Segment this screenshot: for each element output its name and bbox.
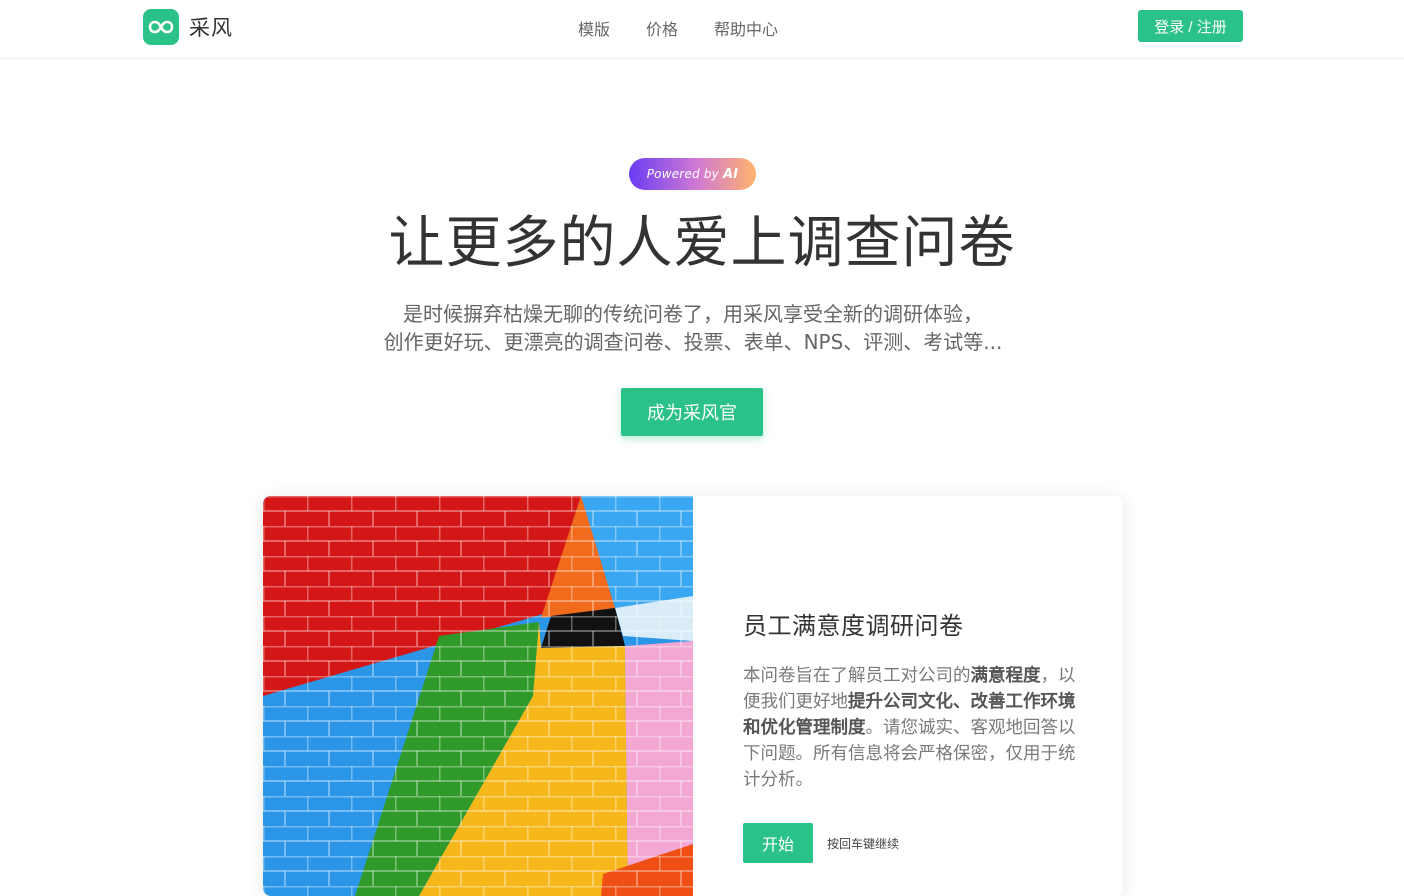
desc-bold-satisfaction: 满意程度 <box>970 666 1041 686</box>
infinity-icon <box>143 9 179 45</box>
hero-subtitle-line-2: 创作更好玩、更漂亮的调查问卷、投票、表单、NPS、评测、考试等... <box>383 330 1003 354</box>
brand-name: 采风 <box>189 16 233 40</box>
login-register-button[interactable]: 登录 / 注册 <box>1138 10 1243 42</box>
badge-prefix: Powered by <box>646 167 719 181</box>
nav-link-pricing[interactable]: 价格 <box>646 16 678 40</box>
top-navbar: 采风 模版 价格 帮助中心 登录 / 注册 <box>0 0 1404 59</box>
survey-description: 本问卷旨在了解员工对公司的满意程度，以便我们更好地提升公司文化、改善工作环境和优… <box>743 663 1083 793</box>
hero-subtitle: 是时候摒弃枯燥无聊的传统问卷了，用采风享受全新的调研体验， 创作更好玩、更漂亮的… <box>0 300 1386 356</box>
brand[interactable]: 采风 <box>143 9 233 45</box>
colorful-brick-wall-image <box>263 496 693 896</box>
badge-strong: AI <box>722 166 739 182</box>
survey-title: 员工满意度调研问卷 <box>743 612 964 640</box>
survey-card-body: 员工满意度调研问卷 本问卷旨在了解员工对公司的满意程度，以便我们更好地提升公司文… <box>743 606 1083 793</box>
survey-card-actions: 开始 按回车键继续 <box>743 823 899 863</box>
nav-links: 模版 价格 帮助中心 <box>578 0 814 55</box>
become-caifeng-officer-button[interactable]: 成为采风官 <box>621 388 763 436</box>
hero-title: 让更多的人爱上调查问卷 <box>388 211 1016 276</box>
nav-link-help-center[interactable]: 帮助中心 <box>714 16 778 40</box>
start-button[interactable]: 开始 <box>743 823 813 863</box>
nav-link-templates[interactable]: 模版 <box>578 16 610 40</box>
hero-subtitle-line-1: 是时候摒弃枯燥无聊的传统问卷了，用采风享受全新的调研体验， <box>403 302 983 326</box>
survey-preview-card: 员工满意度调研问卷 本问卷旨在了解员工对公司的满意程度，以便我们更好地提升公司文… <box>263 496 1123 896</box>
desc-part-1: 本问卷旨在了解员工对公司的 <box>743 666 971 686</box>
enter-key-hint: 按回车键继续 <box>827 836 900 851</box>
powered-by-ai-badge: Powered by AI <box>629 158 756 190</box>
